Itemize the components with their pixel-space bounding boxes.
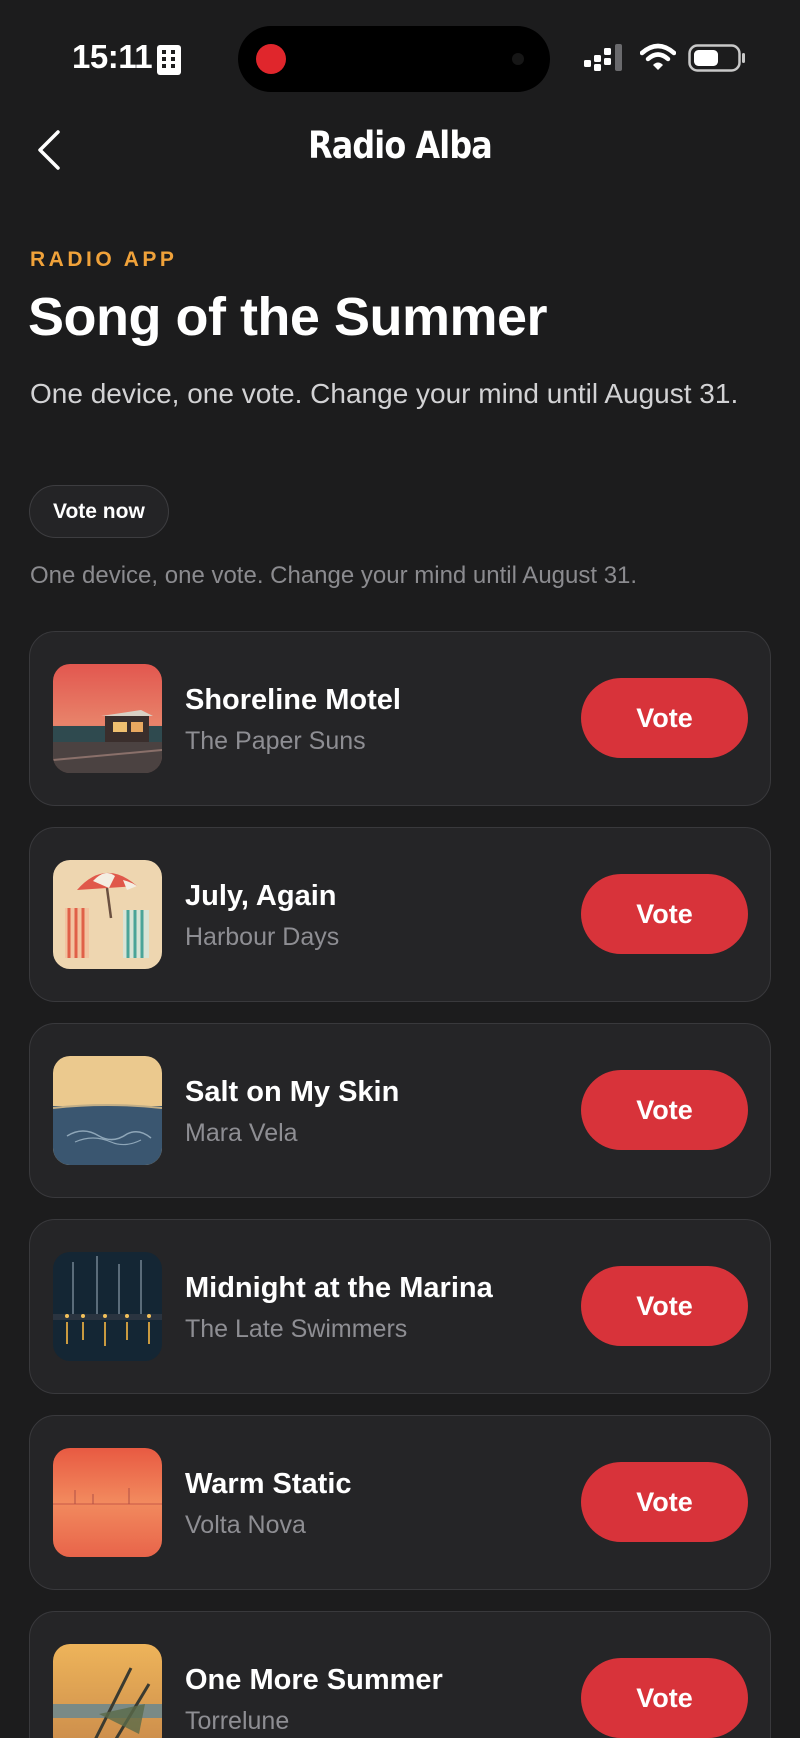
recording-indicator-icon xyxy=(256,44,286,74)
vote-button[interactable]: Vote xyxy=(581,1462,748,1542)
sunset-motel-art xyxy=(53,664,162,773)
song-artist: The Late Swimmers xyxy=(185,1315,408,1343)
nav-title: Radio Alba xyxy=(308,124,493,167)
voting-rules-note: One device, one vote. Change your mind u… xyxy=(30,562,638,589)
song-artist: The Paper Suns xyxy=(185,727,366,755)
song-title: Shoreline Motel xyxy=(185,684,401,716)
orange-haze-art xyxy=(53,1448,162,1557)
screen: 15:11 Radio Alba RADIO APP Song of the S… xyxy=(0,0,800,1738)
dynamic-island xyxy=(238,26,550,92)
song-card: Warm Static Volta Nova Vote xyxy=(29,1415,771,1590)
song-title: Midnight at the Marina xyxy=(185,1272,493,1304)
eyebrow-label: RADIO APP xyxy=(30,248,178,271)
page-title: Song of the Summer xyxy=(28,287,548,347)
song-card: One More Summer Torrelune Vote xyxy=(29,1611,771,1738)
vote-button[interactable]: Vote xyxy=(581,874,748,954)
ocean-horizon-art xyxy=(53,1056,162,1165)
status-time: 15:11 xyxy=(72,38,153,75)
song-artist: Torrelune xyxy=(185,1707,290,1735)
song-card: Midnight at the Marina The Late Swimmers… xyxy=(29,1219,771,1394)
song-title: One More Summer xyxy=(185,1664,443,1696)
song-title: Salt on My Skin xyxy=(185,1076,400,1108)
vote-button[interactable]: Vote xyxy=(581,1266,748,1346)
song-artist: Mara Vela xyxy=(185,1119,298,1147)
building-icon xyxy=(157,45,181,75)
battery-icon xyxy=(688,44,745,72)
page-subtitle: One device, one vote. Change your mind u… xyxy=(30,378,739,409)
song-title: Warm Static xyxy=(185,1468,352,1500)
camera-icon xyxy=(512,53,524,65)
song-card: Salt on My Skin Mara Vela Vote xyxy=(29,1023,771,1198)
vote-button[interactable]: Vote xyxy=(581,1070,748,1150)
status-bar: 15:11 xyxy=(0,0,800,100)
beach-chair-art xyxy=(53,1644,162,1738)
beach-umbrella-art xyxy=(53,860,162,969)
vote-button[interactable]: Vote xyxy=(581,1658,748,1738)
signal-icon xyxy=(584,44,622,71)
song-artist: Volta Nova xyxy=(185,1511,306,1539)
song-card: July, Again Harbour Days Vote xyxy=(29,827,771,1002)
song-artist: Harbour Days xyxy=(185,923,340,951)
song-card: Shoreline Motel The Paper Suns Vote xyxy=(29,631,771,806)
vote-button[interactable]: Vote xyxy=(581,678,748,758)
song-title: July, Again xyxy=(185,880,337,912)
night-marina-art xyxy=(53,1252,162,1361)
song-list: Shoreline Motel The Paper Suns Vote July… xyxy=(29,631,771,1738)
wifi-icon xyxy=(640,43,676,70)
nav-bar: Radio Alba xyxy=(0,110,800,190)
vote-now-chip[interactable]: Vote now xyxy=(29,485,169,538)
